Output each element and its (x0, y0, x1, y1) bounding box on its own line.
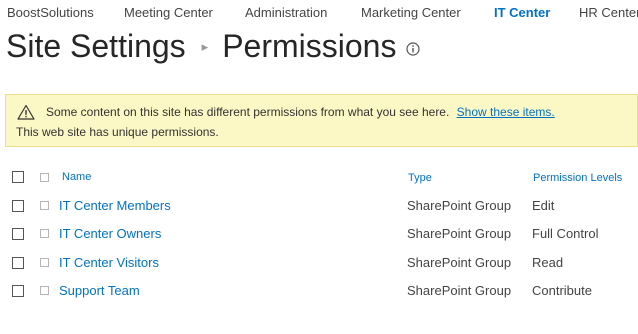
show-these-items-link[interactable]: Show these items. (457, 105, 555, 119)
group-type: SharePoint Group (407, 198, 512, 213)
info-icon[interactable] (406, 41, 421, 56)
warning-message-line: Some content on this site has different … (46, 105, 555, 119)
warning-message: Some content on this site has different … (46, 105, 450, 119)
group-type: SharePoint Group (407, 283, 512, 298)
nav-item-it-center[interactable]: IT Center (494, 5, 550, 20)
breadcrumb-site-settings[interactable]: Site Settings (6, 28, 186, 65)
top-navigation: BoostSolutions Meeting Center Administra… (0, 0, 638, 26)
row-selector[interactable] (40, 229, 49, 238)
select-all-checkbox[interactable] (12, 171, 24, 183)
table-row: IT Center Visitors SharePoint Group Read (0, 250, 638, 276)
row-checkbox[interactable] (12, 257, 24, 269)
group-name-link[interactable]: IT Center Visitors (59, 255, 159, 270)
permission-level: Contribute (532, 283, 592, 298)
table-row: IT Center Members SharePoint Group Edit (0, 193, 638, 219)
nav-item-marketing-center[interactable]: Marketing Center (361, 5, 461, 20)
row-selector[interactable] (40, 258, 49, 267)
group-name-link[interactable]: IT Center Members (59, 198, 171, 213)
column-header-name[interactable]: Name (62, 171, 91, 183)
group-name-link[interactable]: IT Center Owners (59, 226, 161, 241)
nav-item-meeting-center[interactable]: Meeting Center (124, 5, 213, 20)
nav-item-hr-center[interactable]: HR Center (579, 5, 638, 20)
group-type: SharePoint Group (407, 226, 512, 241)
table-row: IT Center Owners SharePoint Group Full C… (0, 221, 638, 247)
group-type: SharePoint Group (407, 255, 512, 270)
permissions-warning-banner: Some content on this site has different … (5, 94, 638, 147)
group-name-link[interactable]: Support Team (59, 283, 140, 298)
breadcrumb-permissions: Permissions (222, 28, 397, 64)
permission-level: Edit (532, 198, 555, 213)
nav-item-administration[interactable]: Administration (245, 5, 327, 20)
table-header-row: Name Type Permission Levels (0, 165, 638, 191)
unique-permissions-message: This web site has unique permissions. (16, 125, 219, 139)
warning-icon (17, 104, 35, 120)
column-header-permission-levels[interactable]: Permission Levels (533, 172, 622, 184)
page-title: Site Settings ▸ Permissions (6, 28, 421, 72)
row-checkbox[interactable] (12, 285, 24, 297)
row-checkbox[interactable] (12, 200, 24, 212)
breadcrumb-separator: ▸ (201, 38, 209, 54)
table-row: Support Team SharePoint Group Contribute (0, 278, 638, 304)
row-checkbox[interactable] (12, 228, 24, 240)
column-header-type[interactable]: Type (408, 172, 432, 184)
permission-level: Full Control (532, 226, 599, 241)
nav-item-boostsolutions[interactable]: BoostSolutions (7, 5, 94, 20)
row-selector[interactable] (40, 201, 49, 210)
row-selector[interactable] (40, 286, 49, 295)
permission-level: Read (532, 255, 564, 270)
header-row-selector[interactable] (40, 173, 49, 182)
